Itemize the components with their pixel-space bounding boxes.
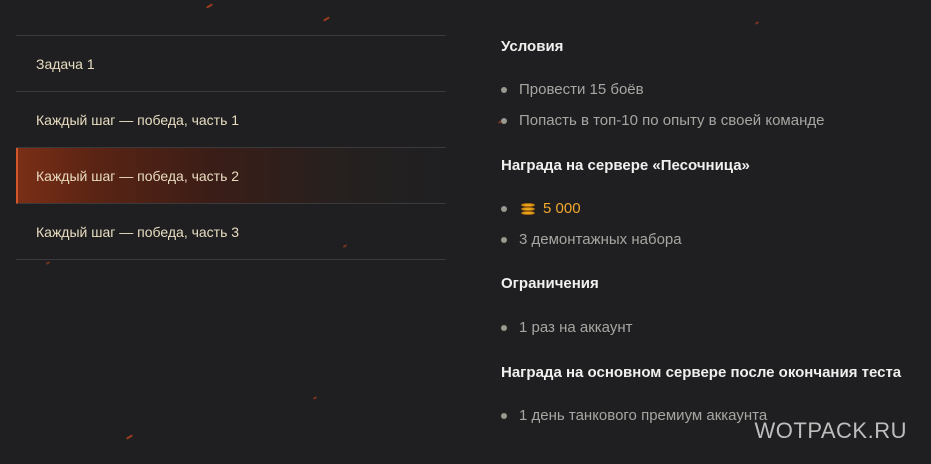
ember-decoration: [322, 16, 331, 22]
restrictions-title: Ограничения: [501, 275, 599, 292]
conditions-title: Условия: [501, 38, 564, 55]
bullet-dot: [501, 236, 507, 243]
task-item-2[interactable]: Каждый шаг — победа, часть 1: [16, 92, 446, 148]
ember-decoration: [125, 434, 134, 440]
task-item-3-selected[interactable]: Каждый шаг — победа, часть 2: [16, 148, 446, 204]
bullet-dot: [501, 117, 507, 124]
credits-reward-item: 5 000: [501, 200, 581, 217]
task-label: Задача 1: [36, 55, 95, 72]
task-list: Задача 1 Каждый шаг — победа, часть 1 Ка…: [16, 35, 446, 260]
task-label: Каждый шаг — победа, часть 2: [36, 167, 240, 184]
watermark-logo: WOTPACK.RU: [754, 418, 907, 443]
ember-decoration: [312, 396, 318, 400]
sandbox-reward-title: Награда на сервере «Песочница»: [501, 157, 750, 174]
main-reward-item: 1 день танкового премиум аккаунта: [501, 407, 767, 424]
credits-coin-icon: [519, 202, 537, 216]
ember-decoration: [45, 261, 51, 265]
ember-decoration: [205, 3, 214, 9]
condition-item: Попасть в топ-10 по опыту в своей команд…: [501, 112, 824, 129]
bullet-dot: [501, 86, 507, 93]
bullet-dot: [501, 205, 507, 212]
restriction-item: 1 раз на аккаунт: [501, 319, 633, 336]
ember-decoration: [754, 21, 760, 25]
task-label: Каждый шаг — победа, часть 3: [36, 223, 240, 240]
task-label: Каждый шаг — победа, часть 1: [36, 111, 240, 128]
condition-item: Провести 15 боёв: [501, 81, 644, 98]
bullet-dot: [501, 324, 507, 331]
main-server-reward-title: Награда на основном сервере после оконча…: [501, 364, 902, 381]
task-item-1[interactable]: Задача 1: [16, 36, 446, 92]
task-item-4[interactable]: Каждый шаг — победа, часть 3: [16, 204, 446, 260]
credits-amount: 5 000: [543, 200, 581, 217]
bullet-dot: [501, 412, 507, 419]
reward-item: 3 демонтажных набора: [501, 231, 682, 248]
